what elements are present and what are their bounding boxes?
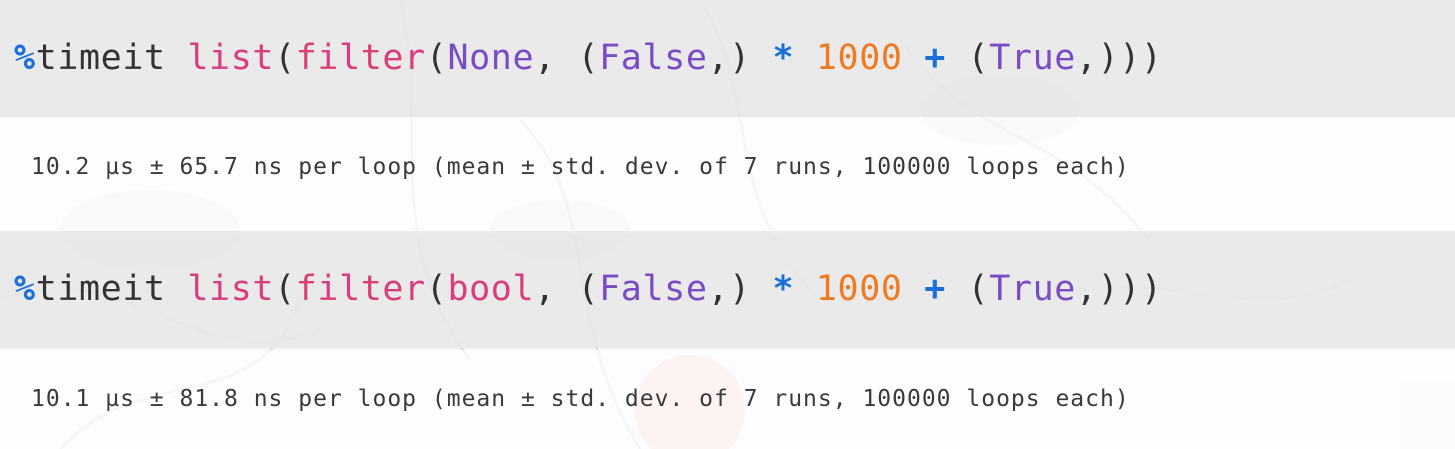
- code-token-plain: (: [425, 269, 448, 309]
- code-cell-2[interactable]: %timeit list(filter(bool, (False,) * 100…: [0, 231, 1455, 348]
- code-token-magic: %: [14, 269, 36, 309]
- code-token-constant: False: [599, 269, 708, 309]
- code-token-operator: +: [924, 38, 946, 78]
- code-token-plain: ,): [707, 269, 773, 309]
- code-token-builtin: list: [187, 38, 275, 78]
- code-token-plain: (: [274, 38, 296, 78]
- code-token-plain: ,): [707, 38, 773, 78]
- code-token-operator: *: [772, 269, 795, 309]
- code-token-plain: ,))): [1075, 269, 1163, 309]
- code-token-magic: %: [14, 38, 36, 78]
- code-token-constant: True: [989, 38, 1076, 78]
- code-token-builtin: filter: [295, 269, 426, 309]
- code-token-plain: , (: [534, 38, 600, 78]
- code-token-operator: +: [924, 269, 946, 309]
- code-token-plain: (: [274, 269, 296, 309]
- code-token-plain: (: [945, 38, 990, 78]
- code-token-plain: (: [425, 38, 448, 78]
- output-cell-2: 10.1 µs ± 81.8 ns per loop (mean ± std. …: [0, 350, 1455, 449]
- code-token-constant: None: [447, 38, 535, 78]
- code-token-operator: *: [772, 38, 795, 78]
- code-token-builtin: filter: [295, 38, 426, 78]
- code-token-plain: timeit: [35, 269, 166, 309]
- code-token-builtin: list: [187, 269, 275, 309]
- code-token-number: 1000: [815, 38, 903, 78]
- code-line[interactable]: %timeit list(filter(None, (False,) * 100…: [14, 0, 1455, 117]
- code-token-constant: False: [599, 38, 708, 78]
- code-token-builtin: bool: [447, 269, 535, 309]
- output-cell-1: 10.2 µs ± 65.7 ns per loop (mean ± std. …: [0, 117, 1455, 234]
- timeit-output: 10.1 µs ± 81.8 ns per loop (mean ± std. …: [31, 386, 1130, 412]
- code-token-plain: timeit: [35, 38, 166, 78]
- notebook: %timeit list(filter(None, (False,) * 100…: [0, 0, 1455, 449]
- code-cell-1[interactable]: %timeit list(filter(None, (False,) * 100…: [0, 0, 1455, 117]
- code-token-plain: , (: [534, 269, 600, 309]
- code-token-plain: (: [945, 269, 990, 309]
- code-token-constant: True: [989, 269, 1076, 309]
- code-token-number: 1000: [815, 269, 903, 309]
- code-token-plain: ,))): [1075, 38, 1163, 78]
- timeit-output: 10.2 µs ± 65.7 ns per loop (mean ± std. …: [31, 154, 1130, 180]
- code-line[interactable]: %timeit list(filter(bool, (False,) * 100…: [14, 231, 1455, 348]
